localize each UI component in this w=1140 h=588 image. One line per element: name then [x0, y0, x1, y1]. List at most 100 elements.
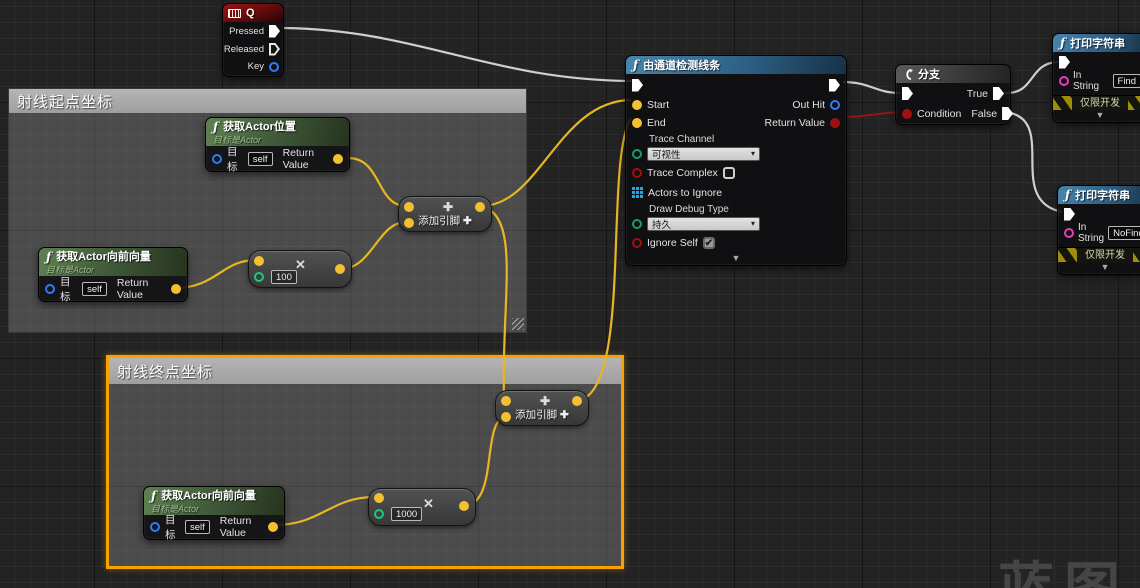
- collapse-arrow-icon[interactable]: ▼: [626, 253, 846, 263]
- exec-pin-in[interactable]: [902, 87, 913, 100]
- node-get-actor-forward-bottom[interactable]: ƒ 获取Actor向前向量 目标是Actor 目标 self Return Va…: [143, 486, 285, 540]
- pin-label-actors-to-ignore: Actors to Ignore: [648, 187, 722, 199]
- target-self-box[interactable]: self: [82, 282, 107, 296]
- function-icon: ƒ: [1060, 36, 1065, 50]
- exec-pin-pressed[interactable]: [269, 25, 280, 38]
- trace-channel-dropdown[interactable]: 可视性▾: [647, 147, 760, 161]
- wire-vec-location-to-add[interactable]: [348, 158, 406, 206]
- pin-end[interactable]: [632, 118, 642, 128]
- node-title: 获取Actor位置: [223, 121, 296, 133]
- node-add-vectors-bottom[interactable]: ✚ 添加引脚 ✚: [495, 390, 589, 426]
- pin-target[interactable]: [212, 154, 222, 164]
- wire-exec-true-to-print-find[interactable]: [1005, 62, 1058, 93]
- target-self-box[interactable]: self: [248, 152, 273, 166]
- add-pin-plus-icon[interactable]: ✚: [463, 215, 472, 227]
- pin-return-value[interactable]: [830, 118, 840, 128]
- exec-pin-released[interactable]: [269, 43, 280, 56]
- node-title: 由通道检测线条: [643, 57, 720, 73]
- pin-add-out[interactable]: [475, 202, 485, 212]
- pin-draw-debug-type[interactable]: [632, 219, 642, 229]
- pin-mult-out[interactable]: [335, 264, 345, 274]
- pin-return-value[interactable]: [268, 522, 278, 532]
- wire-vec-add2-to-end[interactable]: [581, 118, 631, 400]
- mult-value-box[interactable]: 100: [271, 270, 297, 284]
- pin-mult-out[interactable]: [459, 501, 469, 511]
- pin-add-out[interactable]: [572, 396, 582, 406]
- target-self-box[interactable]: self: [185, 520, 210, 534]
- exec-pin-in[interactable]: [632, 79, 643, 92]
- wire-exec-false-to-print-nofind[interactable]: [1005, 112, 1062, 212]
- node-title: 分支: [918, 66, 940, 82]
- development-only-bar: 仅限开发: [1058, 247, 1140, 262]
- pin-return-value[interactable]: [333, 154, 343, 164]
- in-string-value-box[interactable]: Find: [1113, 74, 1140, 88]
- pin-return-value[interactable]: [171, 284, 181, 294]
- pin-key[interactable]: [269, 62, 279, 72]
- node-print-string-nofind[interactable]: ƒ 打印字符串 In String NoFind 仅限开发 ▼: [1057, 185, 1140, 275]
- pin-mult-in-vector[interactable]: [254, 256, 264, 266]
- pin-label-start: Start: [647, 99, 669, 111]
- node-multiply-100[interactable]: 100 ✕: [248, 250, 352, 288]
- node-line-trace-by-channel[interactable]: ƒ 由通道检测线条 Start Out Hit End Return Value…: [625, 55, 847, 266]
- pin-mult-in-vector[interactable]: [374, 493, 384, 503]
- pin-label-false: False: [971, 108, 997, 120]
- function-icon: ƒ: [633, 58, 638, 72]
- node-multiply-1000[interactable]: 1000 ✕: [368, 488, 476, 526]
- mult-value-box[interactable]: 1000: [391, 507, 422, 521]
- wire-exec-trace-to-branch[interactable]: [843, 82, 900, 93]
- development-only-bar: 仅限开发: [1053, 95, 1140, 110]
- pin-in-string[interactable]: [1064, 228, 1074, 238]
- exec-pin-in[interactable]: [1064, 208, 1075, 221]
- in-string-value-box[interactable]: NoFind: [1108, 226, 1140, 240]
- pin-add-in-1[interactable]: [501, 396, 511, 406]
- pin-ignore-self[interactable]: [632, 238, 642, 248]
- pin-target[interactable]: [45, 284, 55, 294]
- function-icon: ƒ: [151, 490, 156, 502]
- pin-label-target: 目标: [60, 274, 77, 304]
- pin-start[interactable]: [632, 100, 642, 110]
- node-add-vectors-top[interactable]: ✚ 添加引脚 ✚: [398, 196, 492, 232]
- add-icon: ✚: [443, 200, 453, 214]
- wire-exec-q-pressed-to-trace[interactable]: [284, 28, 631, 81]
- pin-target[interactable]: [150, 522, 160, 532]
- pin-mult-in-float[interactable]: [254, 272, 264, 282]
- pin-label-end: End: [647, 117, 666, 129]
- wire-vec-add-to-start[interactable]: [481, 100, 631, 206]
- pin-in-string[interactable]: [1059, 76, 1069, 86]
- ignore-self-checkbox[interactable]: ✔: [703, 237, 715, 249]
- pin-condition[interactable]: [902, 109, 912, 119]
- pin-mult-in-float[interactable]: [374, 509, 384, 519]
- node-get-actor-location[interactable]: ƒ 获取Actor位置 目标是Actor 目标 self Return Valu…: [205, 117, 350, 172]
- node-branch[interactable]: 分支 True Condition False: [895, 64, 1011, 125]
- pin-add-in-1[interactable]: [404, 202, 414, 212]
- node-input-key-q[interactable]: Q Pressed Released Key: [222, 3, 284, 77]
- exec-pin-true[interactable]: [993, 87, 1004, 100]
- pin-actors-to-ignore[interactable]: [632, 187, 643, 198]
- wire-vec-add-to-add2[interactable]: [481, 206, 507, 398]
- node-title: 获取Actor向前向量: [161, 490, 256, 502]
- pin-label-target: 目标: [227, 144, 243, 174]
- add-icon: ✚: [540, 394, 550, 408]
- add-pin-label[interactable]: 添加引脚 ✚: [496, 407, 588, 422]
- development-only-label: 仅限开发: [1072, 96, 1128, 111]
- node-get-actor-forward-top[interactable]: ƒ 获取Actor向前向量 目标是Actor 目标 self Return Va…: [38, 247, 188, 302]
- add-pin-label[interactable]: 添加引脚 ✚: [399, 213, 491, 228]
- collapse-arrow-icon[interactable]: ▼: [1053, 110, 1140, 120]
- wire-vec-forward2-to-mult1000[interactable]: [274, 497, 375, 525]
- exec-pin-in[interactable]: [1059, 56, 1070, 69]
- wire-bool-return-to-condition[interactable]: [846, 112, 901, 117]
- pin-trace-complex[interactable]: [632, 168, 642, 178]
- pin-label-return: Return Value: [117, 277, 166, 301]
- keyboard-icon: [228, 9, 241, 18]
- draw-debug-dropdown[interactable]: 持久▾: [647, 217, 760, 231]
- multiply-icon: ✕: [423, 496, 434, 512]
- node-title: 获取Actor向前向量: [56, 251, 151, 263]
- add-pin-plus-icon[interactable]: ✚: [560, 409, 569, 421]
- node-print-string-find[interactable]: ƒ 打印字符串 In String Find 仅限开发 ▼: [1052, 33, 1140, 123]
- exec-pin-out[interactable]: [829, 79, 840, 92]
- pin-label-return: Return Value: [283, 147, 328, 171]
- pin-out-hit[interactable]: [830, 100, 840, 110]
- pin-trace-channel[interactable]: [632, 149, 642, 159]
- trace-complex-checkbox[interactable]: [723, 167, 735, 179]
- collapse-arrow-icon[interactable]: ▼: [1058, 262, 1140, 272]
